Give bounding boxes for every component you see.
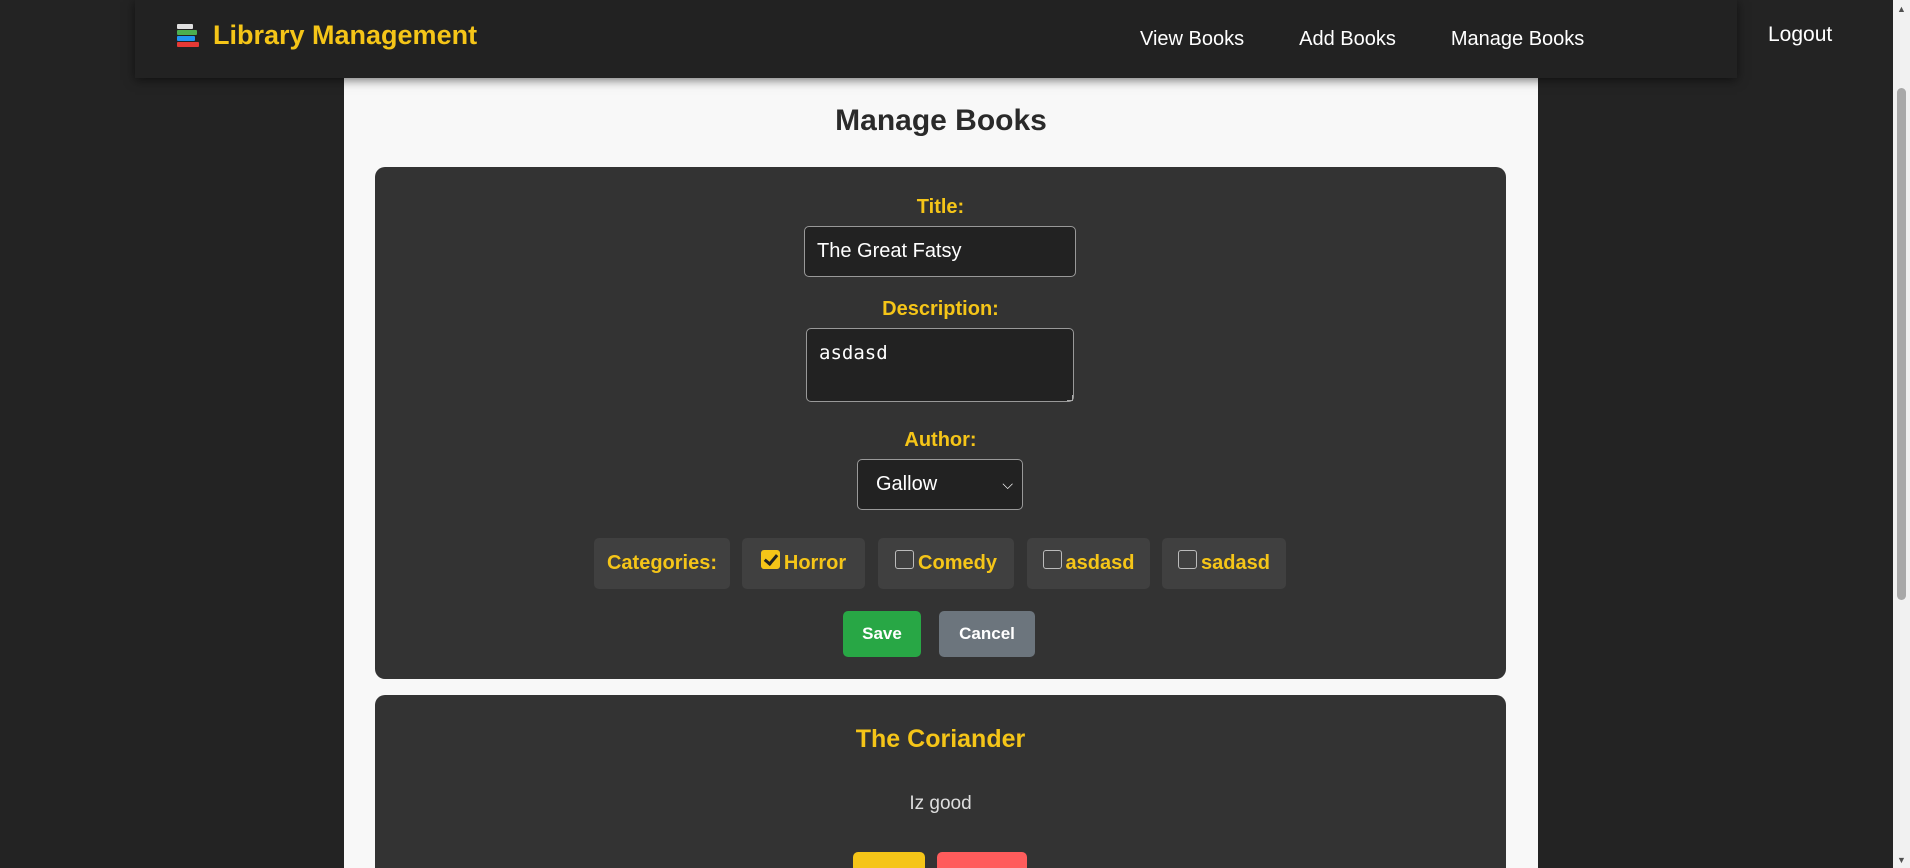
book-card: The Coriander Iz good [375,695,1506,868]
nav-view-books[interactable]: View Books [1140,28,1244,51]
nav-manage-books[interactable]: Manage Books [1451,28,1584,51]
category-asdasd[interactable]: asdasd [1027,538,1150,589]
nav-add-books[interactable]: Add Books [1299,28,1396,51]
category-comedy[interactable]: Comedy [878,538,1014,589]
top-navbar: Library Management View Books Add Books … [135,0,1832,78]
author-label: Author: [904,429,977,451]
books-icon [175,22,203,50]
checkbox-unchecked-icon[interactable] [1042,550,1062,569]
description-textarea[interactable]: asdasd [806,328,1074,402]
author-select[interactable]: Gallow ⌵ [857,459,1023,510]
resize-grip-icon[interactable] [1067,395,1073,401]
category-sadasd[interactable]: sadasd [1162,538,1286,589]
categories-label: Categories: [594,538,730,589]
category-label: sadasd [1201,552,1270,574]
delete-button[interactable] [937,852,1027,868]
checkbox-unchecked-icon[interactable] [895,550,915,569]
scrollbar-thumb[interactable] [1897,88,1906,600]
vertical-scrollbar[interactable]: ▲ ▼ [1893,0,1910,868]
category-label: asdasd [1065,552,1135,574]
scroll-down-arrow-icon[interactable]: ▼ [1893,851,1910,868]
chevron-down-icon: ⌵ [1002,476,1013,492]
categories-row: Categories: Horror Comedy asdasd sadasd [375,538,1506,589]
edit-button[interactable] [853,852,925,868]
checkbox-checked-icon[interactable] [760,550,780,569]
brand-title: Library Management [213,20,478,50]
book-description: Iz good [909,793,972,814]
page-title: Manage Books [835,104,1047,137]
title-label: Title: [916,196,965,218]
title-input[interactable] [804,226,1076,277]
main-panel: Manage Books Title: Description: asdasd … [344,78,1538,868]
checkbox-unchecked-icon[interactable] [1178,550,1198,569]
category-horror[interactable]: Horror [742,538,865,589]
category-label: Comedy [918,552,997,574]
nav-links: View Books Add Books Manage Books [1140,0,1639,78]
save-button[interactable]: Save [843,611,921,657]
brand[interactable]: Library Management [175,20,477,51]
author-selected-value: Gallow [876,473,938,495]
scroll-up-arrow-icon[interactable]: ▲ [1893,0,1910,17]
description-label: Description: [882,298,999,320]
logout-link[interactable]: Logout [1768,23,1832,47]
edit-book-form: Title: Description: asdasd Author: Gallo… [375,167,1506,679]
category-label: Horror [783,552,847,574]
book-title: The Coriander [855,725,1026,753]
cancel-button[interactable]: Cancel [939,611,1035,657]
